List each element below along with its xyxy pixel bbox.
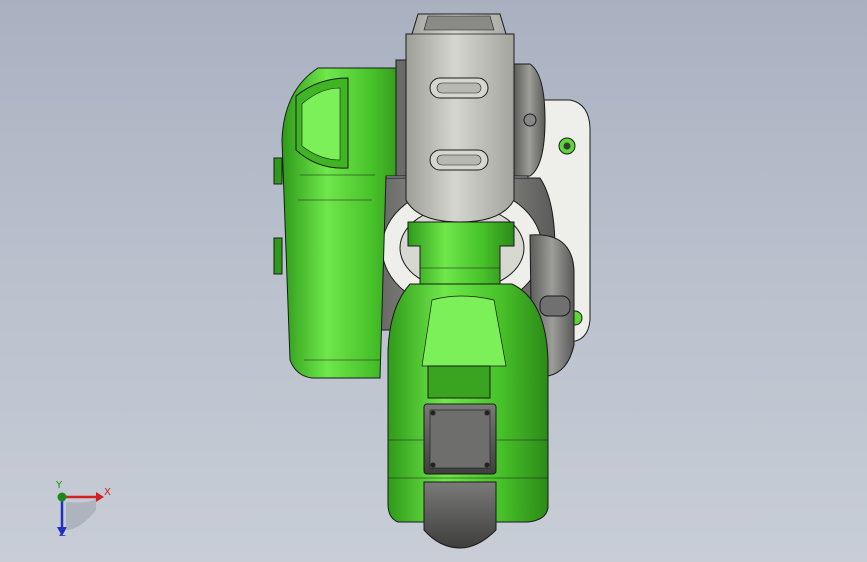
robot-arm-model[interactable] — [0, 0, 867, 562]
x-axis-label: X — [104, 487, 111, 498]
coordinate-triad: X Y Z — [44, 478, 124, 548]
z-axis-label: Z — [59, 528, 66, 539]
y-axis-label: Y — [56, 480, 63, 491]
forearm-link — [387, 283, 549, 549]
cad-viewport[interactable]: X Y Z — [0, 0, 867, 562]
wrist-neck — [407, 221, 515, 291]
